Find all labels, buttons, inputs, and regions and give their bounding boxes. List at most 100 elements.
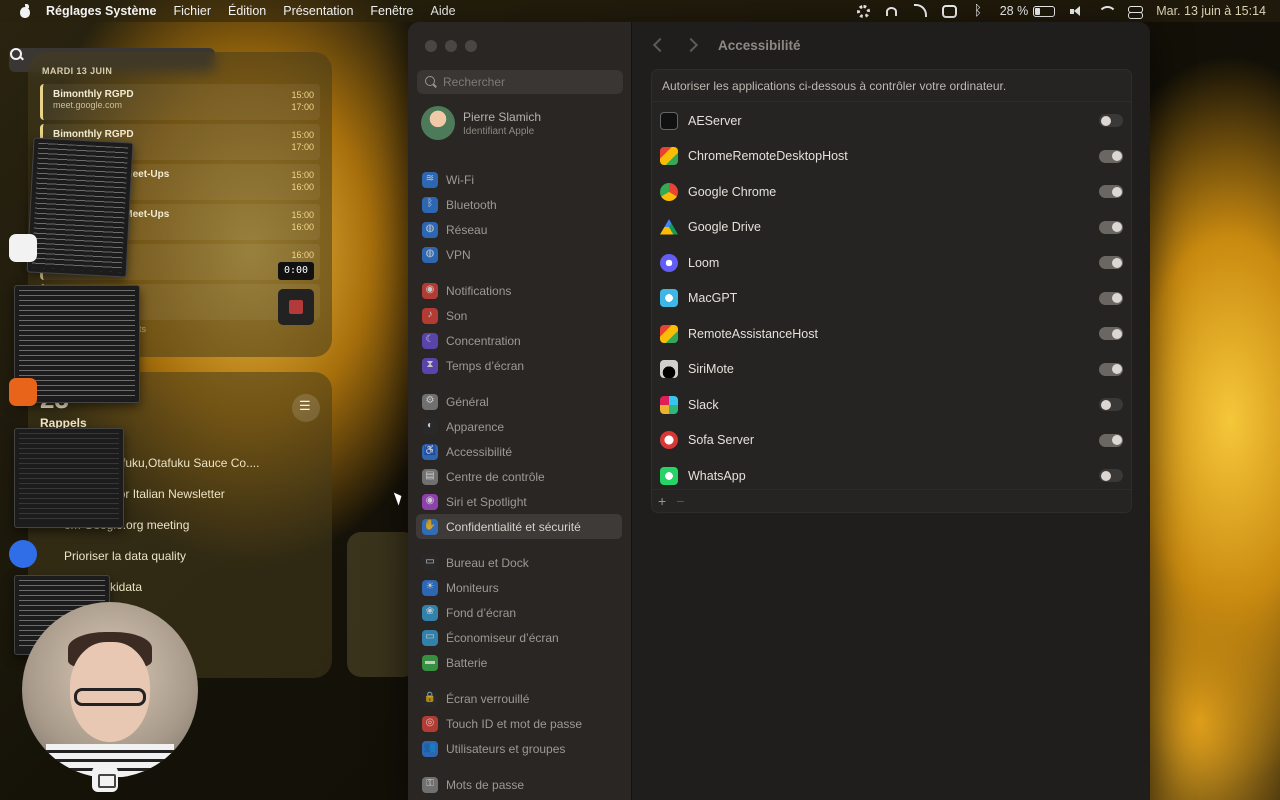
minimize-button[interactable] xyxy=(445,40,457,52)
sidebar-item-concentration[interactable]: Concentration xyxy=(416,328,622,353)
stop-recording-button[interactable] xyxy=(278,289,314,325)
terminal-icon xyxy=(660,111,678,130)
app-permission-toggle[interactable] xyxy=(1099,469,1123,482)
app-window-thumbnail[interactable] xyxy=(14,428,124,528)
sidebar-group: Bureau et Dock Moniteurs Fond d’écran Écono… xyxy=(416,550,622,675)
slack-icon xyxy=(660,395,678,414)
close-button[interactable] xyxy=(425,40,437,52)
wifi-status-icon[interactable] xyxy=(1098,5,1118,18)
mots-de-passe-icon xyxy=(422,776,438,793)
app-permission-toggle[interactable] xyxy=(1099,327,1123,340)
battery-status[interactable]: 28 % xyxy=(1000,4,1056,18)
menu-file[interactable]: Fichier xyxy=(173,4,211,18)
search-input[interactable] xyxy=(443,75,613,89)
add-app-button[interactable]: + xyxy=(658,493,666,509)
sidebar-item-bluetooth[interactable]: Bluetooth xyxy=(416,192,622,217)
sofa-icon xyxy=(660,431,678,450)
centre-de-controle-icon xyxy=(422,468,438,485)
accessibilite-icon xyxy=(422,443,438,460)
reminder-item[interactable]: Prioriser la data quality xyxy=(64,549,324,563)
app-name: SiriMote xyxy=(688,362,734,377)
app-permission-toggle[interactable] xyxy=(1099,362,1123,376)
app-permission-toggle[interactable] xyxy=(1099,398,1123,411)
hotspot-status-icon[interactable] xyxy=(884,5,899,18)
menu-window[interactable]: Fenêtre xyxy=(370,4,413,18)
sidebar-item-temps-d-ecran[interactable]: Temps d’écran xyxy=(416,353,622,378)
sidebar-item-general[interactable]: Général xyxy=(416,389,622,414)
apple-menu-icon[interactable] xyxy=(18,4,32,18)
sidebar-item-accessibilite[interactable]: Accessibilité xyxy=(416,439,622,464)
calendar-event-time: 15:00 16:00 xyxy=(291,209,314,235)
sidebar-item-vpn[interactable]: VPN xyxy=(416,242,622,267)
sidebar-item-reseau[interactable]: Réseau xyxy=(416,217,622,242)
sidebar-item-label: Écran verrouillé xyxy=(446,691,530,706)
sidebar-item-son[interactable]: Son xyxy=(416,303,622,328)
batterie-icon xyxy=(422,654,438,671)
sidebar-item-confidentialite-et-securite[interactable]: Confidentialité et sécurité xyxy=(416,514,622,539)
back-button[interactable] xyxy=(648,34,670,56)
sidebar-item-label: Wi-Fi xyxy=(446,172,474,187)
menu-help[interactable]: Aide xyxy=(431,4,456,18)
menu-clock[interactable]: Mar. 13 juin à 15:14 xyxy=(1156,4,1266,18)
sublime-icon[interactable] xyxy=(9,378,37,406)
app-permission-toggle[interactable] xyxy=(1099,185,1123,198)
sidebar-item-centre-de-controle[interactable]: Centre de contrôle xyxy=(416,464,622,489)
sidebar-item-label: Batterie xyxy=(446,655,488,670)
sidebar-item-label: Siri et Spotlight xyxy=(446,494,527,509)
bluetooth-status-icon[interactable] xyxy=(971,2,986,18)
apple-id-account[interactable]: Pierre Slamich Identifiant Apple xyxy=(421,106,541,140)
search-field[interactable] xyxy=(417,70,623,94)
sidebar-item-siri-et-spotlight[interactable]: Siri et Spotlight xyxy=(416,489,622,514)
menu-edit[interactable]: Édition xyxy=(228,4,266,18)
app-permission-toggle[interactable] xyxy=(1099,220,1123,234)
recording-timer: 0:00 xyxy=(278,262,314,280)
list-icon[interactable] xyxy=(292,394,320,422)
calendar-event[interactable]: Bimonthly RGPDmeet.google.com 15:00 17:00 xyxy=(40,84,320,120)
menu-view[interactable]: Présentation xyxy=(283,4,353,18)
volume-status-icon[interactable] xyxy=(1069,5,1084,18)
sidebar-item-bureau-et-dock[interactable]: Bureau et Dock xyxy=(416,550,622,575)
zoom-button[interactable] xyxy=(465,40,477,52)
sidebar-item-mots-de-passe[interactable]: Mots de passe xyxy=(416,772,622,797)
sidebar-item-wi-fi[interactable]: Wi-Fi xyxy=(416,167,622,192)
temps-d-ecran-icon xyxy=(422,357,438,374)
forward-button[interactable] xyxy=(682,34,704,56)
sidebar-item-batterie[interactable]: Batterie xyxy=(416,650,622,675)
app-permission-toggle[interactable] xyxy=(1099,433,1123,447)
sidebar-item-label: Temps d’écran xyxy=(446,358,525,373)
utilisateurs-et-groupes-icon xyxy=(422,740,438,757)
app-menu[interactable]: Réglages Système xyxy=(46,4,156,18)
siri-et-spotlight-icon xyxy=(422,493,438,510)
sidebar-item-label: Touch ID et mot de passe xyxy=(446,716,583,731)
camera-icon[interactable] xyxy=(92,766,118,792)
remove-app-button[interactable]: − xyxy=(676,493,684,509)
sidebar-item-apparence[interactable]: Apparence xyxy=(416,414,622,439)
app-permission-toggle[interactable] xyxy=(1099,149,1123,163)
panel-footer: + − xyxy=(652,489,1131,512)
calendar-event-time: 15:00 17:00 xyxy=(291,129,314,155)
textedit-icon[interactable] xyxy=(9,234,37,262)
sidebar-item-touch-id-et-mot-de-passe[interactable]: Touch ID et mot de passe xyxy=(416,711,622,736)
control-center-icon[interactable] xyxy=(1127,5,1144,19)
sidebar-item-fond-d-ecran[interactable]: Fond d’écran xyxy=(416,600,622,625)
sidebar-item-economiseur-d-ecran[interactable]: Économiseur d’écran xyxy=(416,625,622,650)
signal-icon[interactable] xyxy=(9,540,37,568)
sidebar-item-ecran-verrouille[interactable]: Écran verrouillé xyxy=(416,686,622,711)
sidebar-item-label: Fond d’écran xyxy=(446,605,517,620)
sidebar-item-utilisateurs-et-groupes[interactable]: Utilisateurs et groupes xyxy=(416,736,622,761)
sidebar-item-label: Réseau xyxy=(446,222,488,237)
feed-status-icon[interactable] xyxy=(913,3,928,18)
robot-status-icon[interactable] xyxy=(941,4,957,18)
app-permission-toggle[interactable] xyxy=(1099,256,1123,269)
sidebar-item-moniteurs[interactable]: Moniteurs xyxy=(416,575,622,600)
sidebar-item-label: Apparence xyxy=(446,419,505,434)
panel-description: Autoriser les applications ci-dessous à … xyxy=(652,70,1131,102)
page-title: Accessibilité xyxy=(718,37,801,53)
brightness-status-icon[interactable] xyxy=(856,4,870,18)
sidebar-item-notifications[interactable]: Notifications xyxy=(416,278,622,303)
fond-d-ecran-icon xyxy=(422,604,438,621)
terminal-window-thumbnail[interactable] xyxy=(26,137,134,278)
app-permission-toggle[interactable] xyxy=(1099,291,1123,305)
menu-bar: Réglages Système Fichier Édition Présent… xyxy=(0,0,1280,72)
app-permission-toggle[interactable] xyxy=(1099,114,1123,127)
